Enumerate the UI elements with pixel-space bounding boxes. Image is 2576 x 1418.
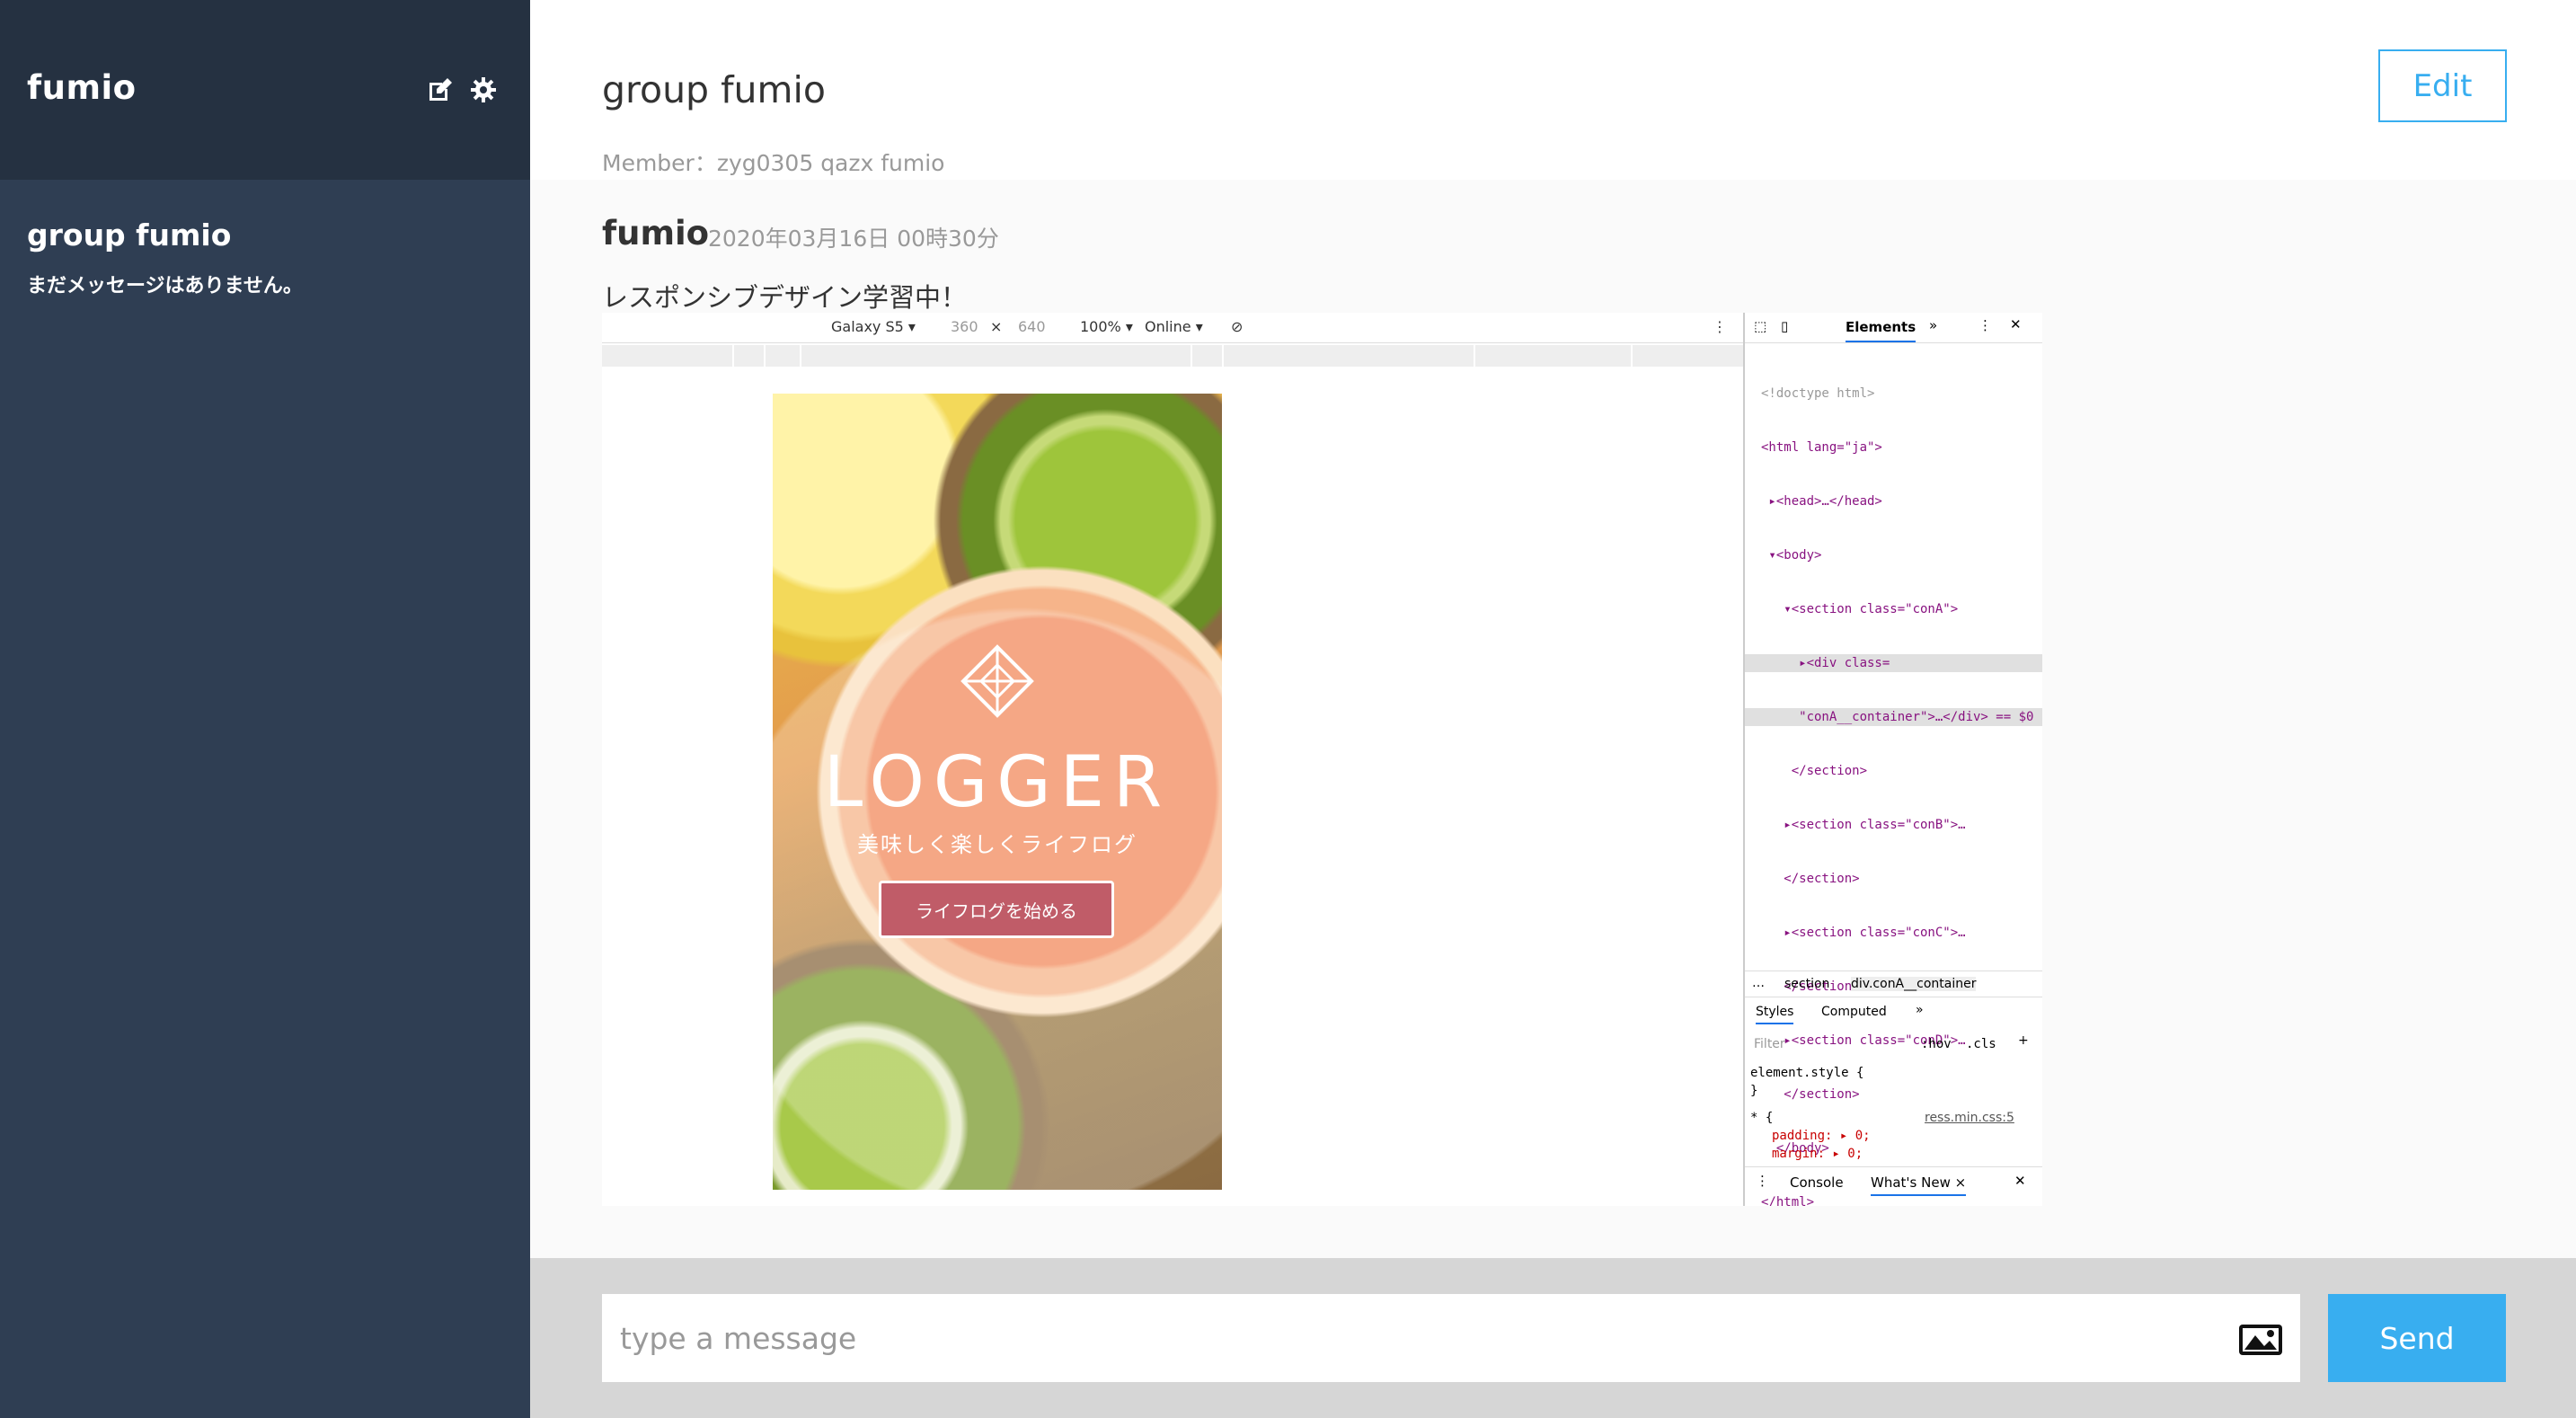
css-source-link: ress.min.css:5 [1925,1111,2014,1125]
message-composer: Send [530,1258,2576,1418]
image-icon[interactable] [2237,1323,2284,1357]
devtools-breadcrumb: … section div.conA__container [1745,970,2042,997]
hov-toggle: :hov [1921,1037,1952,1051]
chat-app: fumio group fumio まだメッセージはありません。 group f… [0,0,2576,1418]
menu-icon: ⋮ [1978,317,1992,333]
padding-decl: padding: ▸ 0; [1772,1129,1871,1143]
sidebar-group-item[interactable]: group fumio まだメッセージはありません。 [0,207,530,315]
element-style-rule: element.style { [1750,1066,1864,1080]
add-rule-icon: + [2018,1033,2029,1048]
device-times: × [990,318,1003,335]
crumb-section: section [1784,977,1830,991]
dom-line: ▸<section class="conC">… [1761,926,1966,940]
dom-line: <!doctype html> [1761,386,1875,401]
more-tabs-icon: » [1916,1003,1924,1017]
styles-filter: Filter [1754,1037,1785,1051]
devtools-tabs: ⬚ ▯ Elements » ⋮ ✕ [1745,313,2042,343]
logo-subtitle: 美味しく楽しくライフログ [857,832,1138,857]
edit-group-button[interactable]: Edit [2378,49,2507,122]
sidebar-header: fumio [0,0,530,180]
device-select: Galaxy S5 ▾ [831,318,916,335]
styles-tab: Styles [1756,1005,1794,1024]
group-title: group fumio [602,68,826,111]
sidebar-group-last-message: まだメッセージはありません。 [27,275,303,297]
crumb-more-icon: … [1752,976,1765,990]
gear-icon[interactable] [469,75,498,104]
logo-text: LOGGER [823,742,1172,823]
dom-line: ▸<section class="conB">… [1761,818,1966,832]
message-list[interactable]: fumio 2020年03月16日 00時30分 レスポンシブデザイン学習中！ … [530,180,2576,1258]
start-lifelog-button: ライフログを始める [879,881,1114,938]
message-user: fumio [602,214,710,253]
inspect-icon: ⬚ [1754,318,1767,334]
device-height: 640 [1018,318,1046,335]
close-icon: ✕ [2010,316,2022,332]
more-tabs-icon: » [1929,317,1938,333]
dom-line: <html lang="ja"> [1761,440,1882,455]
send-button[interactable]: Send [2328,1294,2506,1382]
drawer-close-icon: ✕ [2014,1173,2026,1189]
message-text: レスポンシブデザイン学習中！ [602,282,968,313]
message-image[interactable]: Galaxy S5 ▾ 360 × 640 100% ▾ Online ▾ ⊘ … [602,313,2042,1206]
console-tab: Console [1790,1174,1844,1191]
device-toolbar: Galaxy S5 ▾ 360 × 640 100% ▾ Online ▾ ⊘ … [602,313,1743,343]
dom-line-selected: ▸<div class= [1745,654,2042,672]
dom-line: ▸<head>…</head> [1761,494,1882,509]
dom-line: </section> [1761,872,1860,886]
member-list: Member：zyg0305 qazx fumio [602,150,945,176]
zoom-select: 100% ▾ [1080,318,1133,335]
device-icon: ▯ [1781,318,1789,334]
sidebar: fumio group fumio まだメッセージはありません。 [0,0,530,1418]
devtools-drawer: ⋮ Console What's New × ✕ [1745,1166,2042,1199]
logo-icon [960,644,1034,718]
element-style-close: } [1750,1084,1758,1098]
message-date: 2020年03月16日 00時30分 [708,226,999,252]
dom-line-selected: "conA__container">…</div> == $0 [1745,708,2042,726]
main-header: group fumio Member：zyg0305 qazx fumio Ed… [530,0,2576,180]
message-input[interactable] [602,1294,2300,1382]
devtools-panel: ⬚ ▯ Elements » ⋮ ✕ <!doctype html> <html… [1743,313,2042,1206]
network-select: Online ▾ [1145,318,1203,335]
styles-pane: Styles Computed » Filter :hov .cls + ele… [1745,999,2042,1179]
media-query-ruler [602,345,1743,367]
edit-icon[interactable] [426,75,455,104]
crumb-div: div.conA__container [1851,977,1977,991]
dom-line: ▾<section class="conA"> [1761,602,1959,616]
device-width: 360 [951,318,978,335]
main-panel: group fumio Member：zyg0305 qazx fumio Ed… [530,0,2576,1418]
elements-tab: Elements [1846,319,1917,342]
sidebar-group-name: group fumio [27,217,232,253]
universal-selector: * { [1750,1111,1774,1125]
current-user-name: fumio [27,68,137,107]
more-icon: ⋮ [1713,318,1727,335]
dom-line: </section> [1761,764,1868,778]
drawer-menu-icon: ⋮ [1756,1173,1769,1189]
phone-preview: LOGGER 美味しく楽しくライフログ ライフログを始める [773,394,1222,1190]
cls-toggle: .cls [1966,1037,1996,1051]
rotate-icon: ⊘ [1231,318,1244,335]
dom-line: ▾<body> [1761,548,1822,563]
whats-new-tab: What's New × [1871,1174,1967,1196]
computed-tab: Computed [1821,1005,1887,1019]
margin-decl: margin: ▸ 0; [1772,1147,1863,1161]
